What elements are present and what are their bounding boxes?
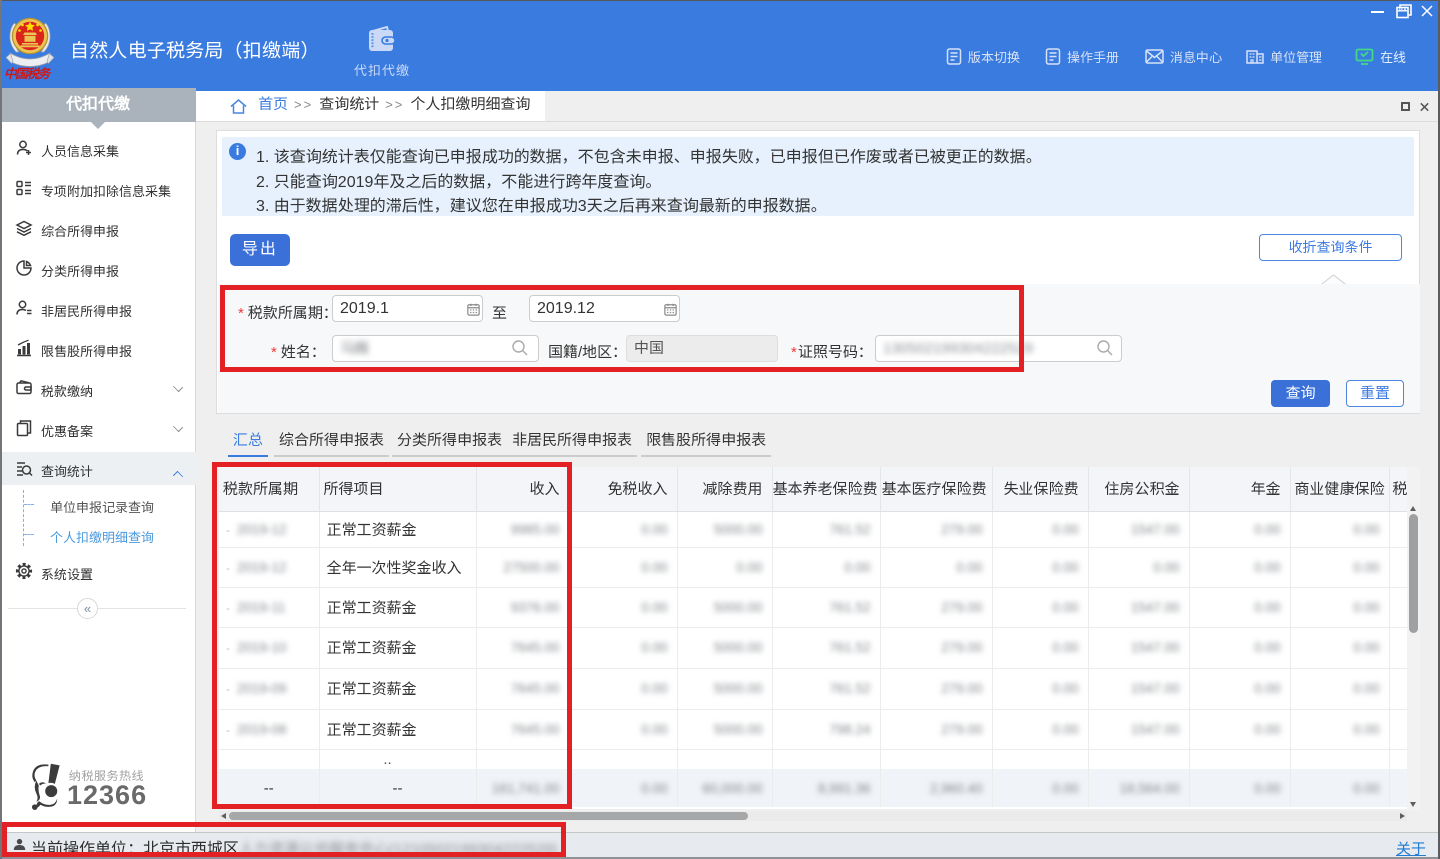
svg-text:中国税务: 中国税务 xyxy=(4,67,52,80)
